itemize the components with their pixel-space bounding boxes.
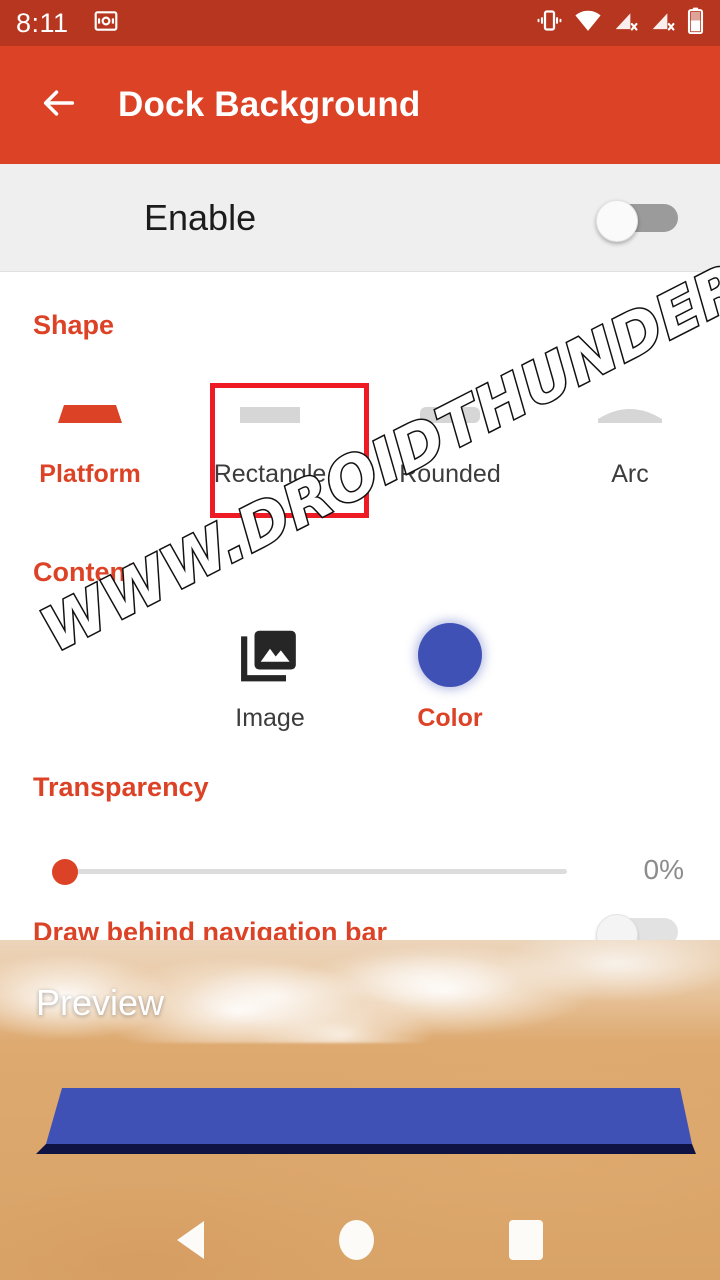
content-options: Image Color <box>0 610 720 760</box>
rectangle-shape-icon <box>180 368 360 438</box>
trapezoid-shape-icon <box>0 368 180 438</box>
app-bar: Dock Background <box>0 46 720 164</box>
transparency-section-title: Transparency <box>33 772 209 802</box>
color-swatch <box>418 623 482 687</box>
enable-row[interactable]: Enable <box>0 164 720 272</box>
shape-option-rounded[interactable]: Rounded <box>360 368 540 498</box>
transparency-slider-row: 0% <box>0 840 720 900</box>
signal-no-sim-1-icon <box>613 8 639 39</box>
shape-option-platform[interactable]: Platform <box>0 368 180 498</box>
home-circle-icon[interactable] <box>338 1220 374 1260</box>
content-section-title: Content <box>33 557 135 587</box>
phone-screen: 8:11 Dock Background Enable Shape Platfo… <box>0 0 720 1280</box>
screenshot-icon <box>93 8 119 39</box>
content-option-image-label: Image <box>235 704 305 732</box>
transparency-value-label: 0% <box>643 854 684 885</box>
signal-no-sim-2-icon <box>650 8 676 39</box>
page-title: Dock Background <box>118 85 421 124</box>
enable-label: Enable <box>144 196 257 238</box>
navigation-bar <box>0 1200 720 1280</box>
image-icon <box>239 610 301 700</box>
color-swatch-icon <box>418 610 482 700</box>
rounded-rect-shape-icon <box>360 368 540 438</box>
transparency-slider-track[interactable] <box>62 869 567 874</box>
shape-option-rectangle-label: Rectangle <box>213 460 327 488</box>
battery-icon <box>687 7 704 39</box>
back-arrow-icon <box>36 83 82 128</box>
recents-square-icon[interactable] <box>508 1220 543 1260</box>
status-bar-left: 8:11 <box>16 8 536 39</box>
status-bar: 8:11 <box>0 0 720 46</box>
vibrate-icon <box>536 7 563 39</box>
wallpaper-wave-foam-secondary <box>150 952 570 1062</box>
shape-option-arc[interactable]: Arc <box>540 368 720 498</box>
dock-preview-shape <box>16 1088 704 1156</box>
status-bar-clock: 8:11 <box>16 7 69 38</box>
enable-toggle[interactable] <box>596 199 680 242</box>
shape-section-title: Shape <box>33 310 115 340</box>
settings-body: Shape Platform Rectangle Rounded Arc Con… <box>0 272 720 940</box>
arc-shape-icon <box>540 368 720 438</box>
preview-pane: Preview <box>0 940 720 1280</box>
shape-option-platform-label: Platform <box>39 460 141 488</box>
shape-options: Platform Rectangle Rounded Arc <box>0 368 720 498</box>
shape-option-rounded-label: Rounded <box>399 460 501 488</box>
content-option-color-label: Color <box>417 704 483 732</box>
preview-label: Preview <box>36 982 165 1023</box>
content-option-color[interactable]: Color <box>360 610 540 760</box>
transparency-slider-thumb[interactable] <box>52 859 78 885</box>
status-bar-right <box>536 7 704 39</box>
shape-option-arc-label: Arc <box>611 460 649 488</box>
draw-behind-nav-row[interactable]: Draw behind navigation bar <box>0 902 720 940</box>
back-button[interactable] <box>22 68 96 142</box>
content-option-image[interactable]: Image <box>180 610 360 760</box>
draw-behind-nav-label: Draw behind navigation bar <box>33 916 388 941</box>
back-triangle-icon[interactable] <box>177 1221 205 1259</box>
shape-option-rectangle[interactable]: Rectangle <box>180 368 360 498</box>
enable-toggle-thumb <box>596 199 638 242</box>
draw-behind-nav-toggle[interactable] <box>596 914 680 940</box>
wifi-icon <box>574 8 602 39</box>
